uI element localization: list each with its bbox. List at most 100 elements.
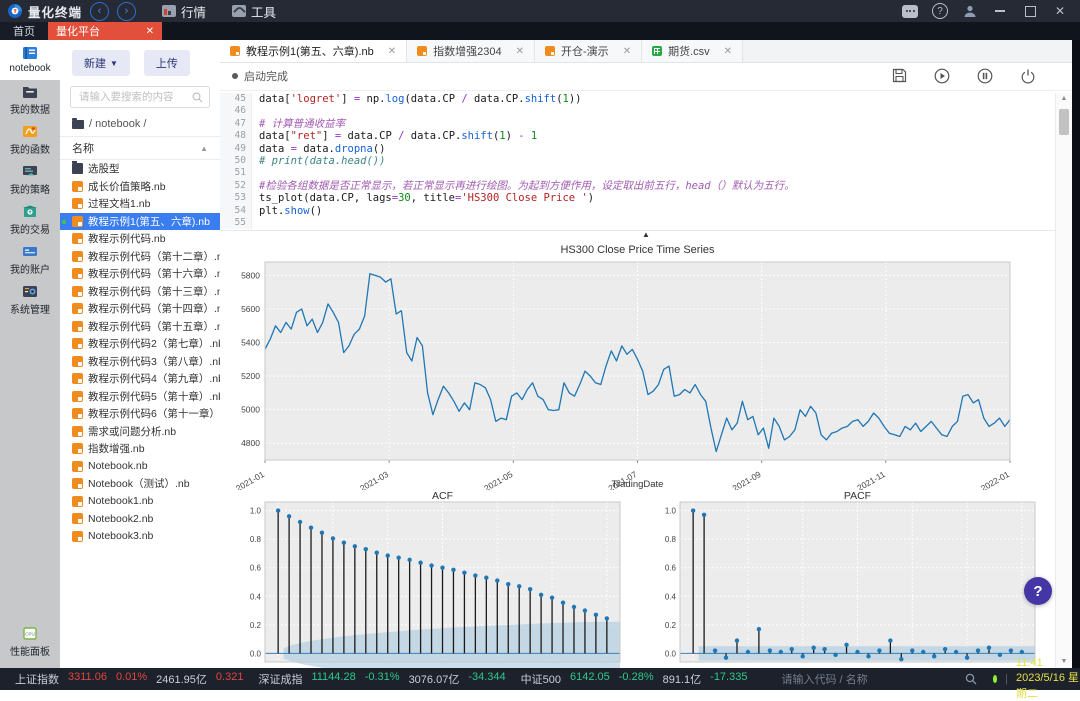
- user-icon[interactable]: [962, 3, 978, 19]
- scroll-up-icon[interactable]: ▲: [1056, 93, 1072, 105]
- sidebar-item-my-strategies[interactable]: 我的策略: [0, 160, 60, 200]
- file-row[interactable]: 成长价值策略.nb: [60, 178, 220, 196]
- code-line[interactable]: 53ts_plot(data.CP, lags=30, title='HS300…: [220, 192, 1072, 204]
- tab-home[interactable]: 首页: [0, 22, 48, 40]
- tab-label: 期货.csv: [668, 43, 710, 59]
- csv-file-icon: [652, 46, 662, 56]
- notebook-tab[interactable]: 教程示例1(第五、六章).nb✕: [220, 40, 407, 62]
- index-name: 上证指数: [15, 671, 59, 687]
- sidebar-item-my-functions[interactable]: 我的函数: [0, 120, 60, 160]
- sidebar-item-system-admin[interactable]: 系统管理: [0, 280, 60, 320]
- line-number: 47: [220, 118, 252, 130]
- forward-button[interactable]: ›: [117, 2, 136, 21]
- pause-button[interactable]: [977, 68, 993, 84]
- sidebar-item-my-trades[interactable]: 我的交易: [0, 200, 60, 240]
- feedback-icon[interactable]: [902, 3, 918, 19]
- menu-market[interactable]: 行情: [162, 2, 206, 21]
- breadcrumb[interactable]: / notebook /: [60, 116, 220, 136]
- shutdown-button[interactable]: [1020, 68, 1036, 84]
- code-line[interactable]: 54plt.show(): [220, 205, 1072, 217]
- svg-text:2021-01: 2021-01: [235, 469, 266, 490]
- save-button[interactable]: [892, 68, 907, 84]
- index-ticker[interactable]: 上证指数3311.060.01%2461.95亿0.321: [15, 671, 243, 687]
- notebook-tab[interactable]: 指数增强2304✕: [407, 40, 535, 62]
- code-line[interactable]: 50# print(data.head()): [220, 155, 1072, 167]
- file-row[interactable]: 过程文档1.nb: [60, 195, 220, 213]
- file-row[interactable]: Notebook.nb: [60, 458, 220, 476]
- file-row[interactable]: 教程示例代码.nb: [60, 230, 220, 248]
- notebook-file-icon: [72, 216, 83, 227]
- code-line[interactable]: 46: [220, 105, 1072, 117]
- file-row[interactable]: 选股型: [60, 160, 220, 178]
- vertical-scrollbar[interactable]: ▲ ▼: [1055, 93, 1072, 668]
- code-line[interactable]: 45data['logret'] = np.log(data.CP / data…: [220, 93, 1072, 105]
- file-name: Notebook3.nb: [88, 530, 153, 542]
- floating-help-button[interactable]: ?: [1024, 577, 1052, 605]
- svg-text:2021-03: 2021-03: [358, 469, 390, 490]
- sort-asc-icon[interactable]: ▲: [200, 144, 208, 153]
- sidebar-item-performance-panel[interactable]: CPU 性能面板: [0, 622, 60, 662]
- new-button[interactable]: 新建 ▼: [72, 50, 130, 76]
- code-line[interactable]: 52#检验各组数据是否正常显示，若正常显示再进行绘图。为起到方便作用，设定取出前…: [220, 180, 1072, 192]
- file-row[interactable]: 教程示例代码4（第九章）.nb: [60, 370, 220, 388]
- minimize-button[interactable]: [992, 3, 1008, 19]
- sidebar-item-my-data[interactable]: 我的数据: [0, 80, 60, 120]
- file-name: 教程示例代码（第十三章）.nb: [88, 284, 220, 299]
- code-line[interactable]: 47# 计算普通收益率: [220, 118, 1072, 130]
- file-list-header[interactable]: 名称 ▲: [60, 136, 220, 160]
- notebook-tab[interactable]: 期货.csv ✕: [642, 40, 743, 62]
- code-text: data = data.dropna(): [252, 143, 385, 155]
- file-row[interactable]: 需求或问题分析.nb: [60, 423, 220, 441]
- ticker-search[interactable]: 请输入代码 / 名称: [781, 671, 976, 687]
- file-name: Notebook.nb: [88, 460, 148, 472]
- tab-close-icon[interactable]: ✕: [388, 46, 396, 57]
- index-ticker[interactable]: 深证成指11144.28-0.31%3076.07亿-34.344: [258, 671, 505, 687]
- upload-button[interactable]: 上传: [144, 50, 190, 76]
- file-row[interactable]: 教程示例代码5（第十章）.nb: [60, 388, 220, 406]
- maximize-button[interactable]: [1022, 3, 1038, 19]
- file-row[interactable]: 教程示例1(第五、六章).nb: [60, 213, 220, 231]
- file-search-input[interactable]: [77, 90, 192, 104]
- scrollbar-thumb[interactable]: [1059, 109, 1069, 135]
- pacf-chart: 0.00.20.40.60.81.0PACF: [660, 492, 1072, 668]
- file-name: Notebook（测试）.nb: [88, 476, 190, 491]
- file-row[interactable]: Notebook1.nb: [60, 493, 220, 511]
- tab-quant-platform[interactable]: 量化平台 ✕: [48, 22, 162, 40]
- strategy-icon: [21, 164, 39, 179]
- collapse-output-arrow[interactable]: ▲: [220, 230, 1072, 240]
- file-search[interactable]: [70, 86, 210, 108]
- file-row[interactable]: 教程示例代码（第十二章）.nb: [60, 248, 220, 266]
- code-line[interactable]: 49data = data.dropna(): [220, 143, 1072, 155]
- sidebar-item-my-account[interactable]: 我的账户: [0, 240, 60, 280]
- file-row[interactable]: 教程示例代码（第十五章）.nb: [60, 318, 220, 336]
- svg-text:TradingDate: TradingDate: [612, 479, 664, 490]
- file-row[interactable]: 教程示例代码6（第十一章）.nb: [60, 405, 220, 423]
- tab-close-icon[interactable]: ✕: [146, 26, 154, 37]
- notebook-tab[interactable]: 开仓-演示✕: [535, 40, 642, 62]
- file-row[interactable]: Notebook2.nb: [60, 510, 220, 528]
- code-line[interactable]: 55: [220, 217, 1072, 229]
- code-editor[interactable]: 45data['logret'] = np.log(data.CP / data…: [220, 93, 1072, 231]
- code-line[interactable]: 51: [220, 167, 1072, 179]
- svg-text:5400: 5400: [241, 338, 260, 348]
- notebook-file-icon: [72, 496, 83, 507]
- file-row[interactable]: 指数增强.nb: [60, 440, 220, 458]
- tab-close-icon[interactable]: ✕: [623, 46, 631, 57]
- sidebar-item-notebook[interactable]: notebook: [0, 40, 60, 80]
- code-line[interactable]: 48data["ret"] = data.CP / data.CP.shift(…: [220, 130, 1072, 142]
- tab-close-icon[interactable]: ✕: [516, 46, 524, 57]
- file-row[interactable]: 教程示例代码3（第八章）.nb: [60, 353, 220, 371]
- tab-close-icon[interactable]: ✕: [724, 46, 732, 57]
- file-row[interactable]: 教程示例代码2（第七章）.nb: [60, 335, 220, 353]
- file-row[interactable]: 教程示例代码（第十三章）.nb: [60, 283, 220, 301]
- help-icon[interactable]: ?: [932, 3, 948, 19]
- file-row[interactable]: Notebook3.nb: [60, 528, 220, 546]
- index-ticker[interactable]: 中证5006142.05-0.28%891.1亿-17.335: [521, 671, 748, 687]
- menu-tools[interactable]: 工具: [232, 2, 276, 21]
- close-button[interactable]: ✕: [1052, 3, 1068, 19]
- run-button[interactable]: [934, 68, 950, 84]
- file-row[interactable]: 教程示例代码（第十六章）.nb: [60, 265, 220, 283]
- file-row[interactable]: Notebook（测试）.nb: [60, 475, 220, 493]
- back-button[interactable]: ‹: [90, 2, 109, 21]
- file-row[interactable]: 教程示例代码（第十四章）.nb: [60, 300, 220, 318]
